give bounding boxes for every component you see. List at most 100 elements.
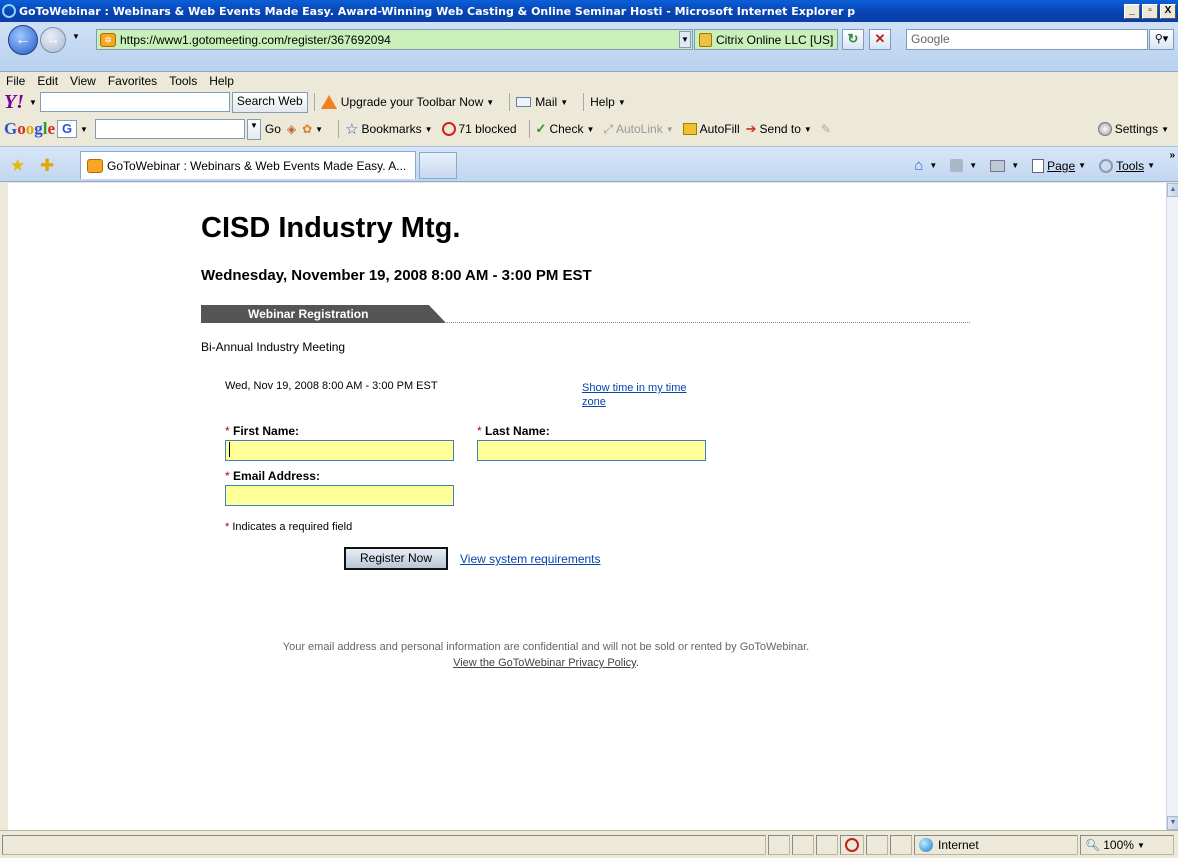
google-search-input[interactable] [94, 119, 245, 139]
first-name-label: * First Name: [225, 424, 299, 438]
vertical-scrollbar[interactable]: ▲ ▼ [1166, 183, 1178, 830]
add-favorites-star-icon[interactable]: ✚ [40, 156, 54, 176]
security-zone[interactable]: Internet [914, 835, 1078, 855]
chevron-down-icon: ▼ [665, 124, 674, 134]
register-now-button[interactable]: Register Now [344, 547, 448, 570]
google-pagerank-button[interactable]: ✿ ▼ [302, 122, 326, 136]
session-time: Wed, Nov 19, 2008 8:00 AM - 3:00 PM EST [225, 380, 438, 392]
first-name-field[interactable] [225, 440, 454, 461]
last-name-label-text: Last Name: [485, 424, 550, 438]
autolink-button[interactable]: ⤢ AutoLink ▼ [603, 122, 676, 137]
address-field[interactable]: ✲ https://www1.gotomeeting.com/register/… [96, 29, 693, 50]
print-button[interactable]: ▼ [990, 159, 1022, 172]
chevron-down-icon: ▼ [424, 124, 433, 134]
gear-icon [1099, 158, 1114, 173]
highlight-button[interactable]: ✎ [821, 122, 831, 136]
upgrade-toolbar-button[interactable]: Upgrade your Toolbar Now ▼ [320, 95, 497, 109]
window-controls: _ ▫ X [1124, 3, 1176, 19]
mail-label: Mail [535, 95, 558, 109]
autofill-label: AutoFill [699, 122, 740, 136]
google-logo-icon[interactable]: Google [4, 119, 55, 139]
new-tab-button[interactable] [419, 152, 457, 179]
google-news-button[interactable]: ◈ [287, 122, 296, 136]
minimize-button[interactable]: _ [1124, 3, 1140, 19]
last-name-label: * Last Name: [477, 424, 550, 438]
scroll-up-arrow-icon[interactable]: ▲ [1167, 183, 1178, 197]
send-to-button[interactable]: ➔ Send to ▼ [746, 121, 815, 137]
news-icon: ◈ [286, 122, 297, 136]
popup-blocker-status[interactable] [840, 835, 864, 855]
privacy-policy-line: View the GoToWebinar Privacy Policy. [453, 657, 639, 669]
menu-file[interactable]: File [0, 74, 31, 88]
yahoo-search-input[interactable] [39, 92, 230, 112]
email-field[interactable] [225, 485, 454, 506]
printer-icon [990, 159, 1006, 172]
chevron-down-icon[interactable]: ▼ [80, 125, 88, 134]
upgrade-toolbar-label: Upgrade your Toolbar Now [340, 95, 484, 109]
menu-view[interactable]: View [64, 74, 102, 88]
address-dropdown-icon[interactable]: ▼ [679, 31, 691, 48]
zoom-level: 100% [1103, 838, 1134, 852]
email-label: * Email Address: [225, 469, 320, 483]
chevron-down-icon: ▼ [1147, 161, 1155, 170]
security-certificate-badge[interactable]: Citrix Online LLC [US] [694, 29, 838, 50]
spellcheck-icon: ✓ [535, 121, 547, 136]
feeds-button[interactable]: ▼ [950, 159, 980, 172]
warning-icon [320, 95, 337, 109]
show-time-zone-link[interactable]: Show time in my time zone [582, 381, 692, 409]
globe-icon [919, 838, 933, 852]
stop-button[interactable]: ✕ [869, 29, 891, 50]
yahoo-search-web-button[interactable]: Search Web [231, 91, 308, 113]
refresh-button[interactable]: ↻ [842, 29, 864, 50]
privacy-policy-link[interactable]: View the GoToWebinar Privacy Policy [453, 657, 636, 669]
yahoo-menu-dropdown-icon[interactable]: ▼ [29, 98, 37, 107]
status-text-panel [2, 835, 766, 855]
chevron-down-icon: ▼ [969, 161, 978, 170]
maximize-button[interactable]: ▫ [1142, 3, 1158, 19]
favorites-center-star-icon[interactable]: ★ [10, 156, 25, 176]
google-go-button[interactable]: Go [265, 122, 281, 136]
send-to-label: Send to [759, 122, 801, 136]
spell-check-button[interactable]: ✓ Check ▼ [536, 121, 598, 137]
scroll-down-arrow-icon[interactable]: ▼ [1167, 816, 1178, 830]
yahoo-logo-icon[interactable]: Y! [4, 91, 24, 114]
close-button[interactable]: X [1160, 3, 1176, 19]
back-button[interactable]: ← [8, 25, 38, 55]
required-marker: * [225, 521, 230, 533]
home-button[interactable]: ⌂ ▼ [914, 157, 940, 174]
search-button[interactable]: ⚲▾ [1149, 29, 1174, 50]
page-menu-button[interactable]: Page ▼ [1032, 158, 1089, 173]
yahoo-toolbar: Y! ▼ Search Web Upgrade your Toolbar Now… [0, 91, 1178, 113]
google-menu-icon[interactable]: G [57, 120, 78, 138]
forward-button[interactable]: → [40, 27, 66, 53]
search-input[interactable]: Google [906, 29, 1148, 50]
yahoo-help-button[interactable]: Help ▼ [590, 95, 629, 109]
menu-tools[interactable]: Tools [163, 74, 203, 88]
menu-help[interactable]: Help [203, 74, 240, 88]
chevron-down-icon: ▼ [1161, 124, 1169, 134]
menu-favorites[interactable]: Favorites [102, 74, 163, 88]
tools-menu-button[interactable]: Tools ▼ [1099, 158, 1158, 173]
first-name-label-text: First Name: [233, 424, 300, 438]
section-divider [444, 322, 970, 323]
yahoo-mail-button[interactable]: Mail ▼ [516, 95, 571, 109]
page-title: CISD Industry Mtg. [201, 212, 461, 244]
bookmarks-button[interactable]: ☆ Bookmarks ▼ [345, 120, 435, 138]
google-search-dropdown-icon[interactable]: ▼ [246, 118, 261, 140]
system-requirements-link[interactable]: View system requirements [460, 552, 601, 566]
toolbar-overflow-chevron-icon[interactable]: » [1169, 150, 1175, 161]
send-icon: ➔ [745, 121, 757, 136]
tab-gotowebinar[interactable]: GoToWebinar : Webinars & Web Events Made… [80, 151, 416, 179]
menu-edit[interactable]: Edit [31, 74, 64, 88]
recent-pages-dropdown-icon[interactable]: ▼ [72, 32, 80, 41]
toolbar-divider [583, 93, 585, 111]
autofill-button[interactable]: AutoFill [682, 122, 740, 136]
google-settings-button[interactable]: Settings ▼ [1097, 122, 1172, 136]
tab-label: GoToWebinar : Webinars & Web Events Made… [107, 158, 407, 173]
zoom-control[interactable]: 🔍︎ 100% ▼ [1080, 835, 1174, 855]
page-menu-label: Page [1047, 158, 1076, 173]
popup-blocker-button[interactable]: 71 blocked [441, 122, 517, 136]
last-name-field[interactable] [477, 440, 706, 461]
settings-icon [1097, 122, 1112, 136]
address-url[interactable]: https://www1.gotomeeting.com/register/36… [120, 33, 679, 47]
